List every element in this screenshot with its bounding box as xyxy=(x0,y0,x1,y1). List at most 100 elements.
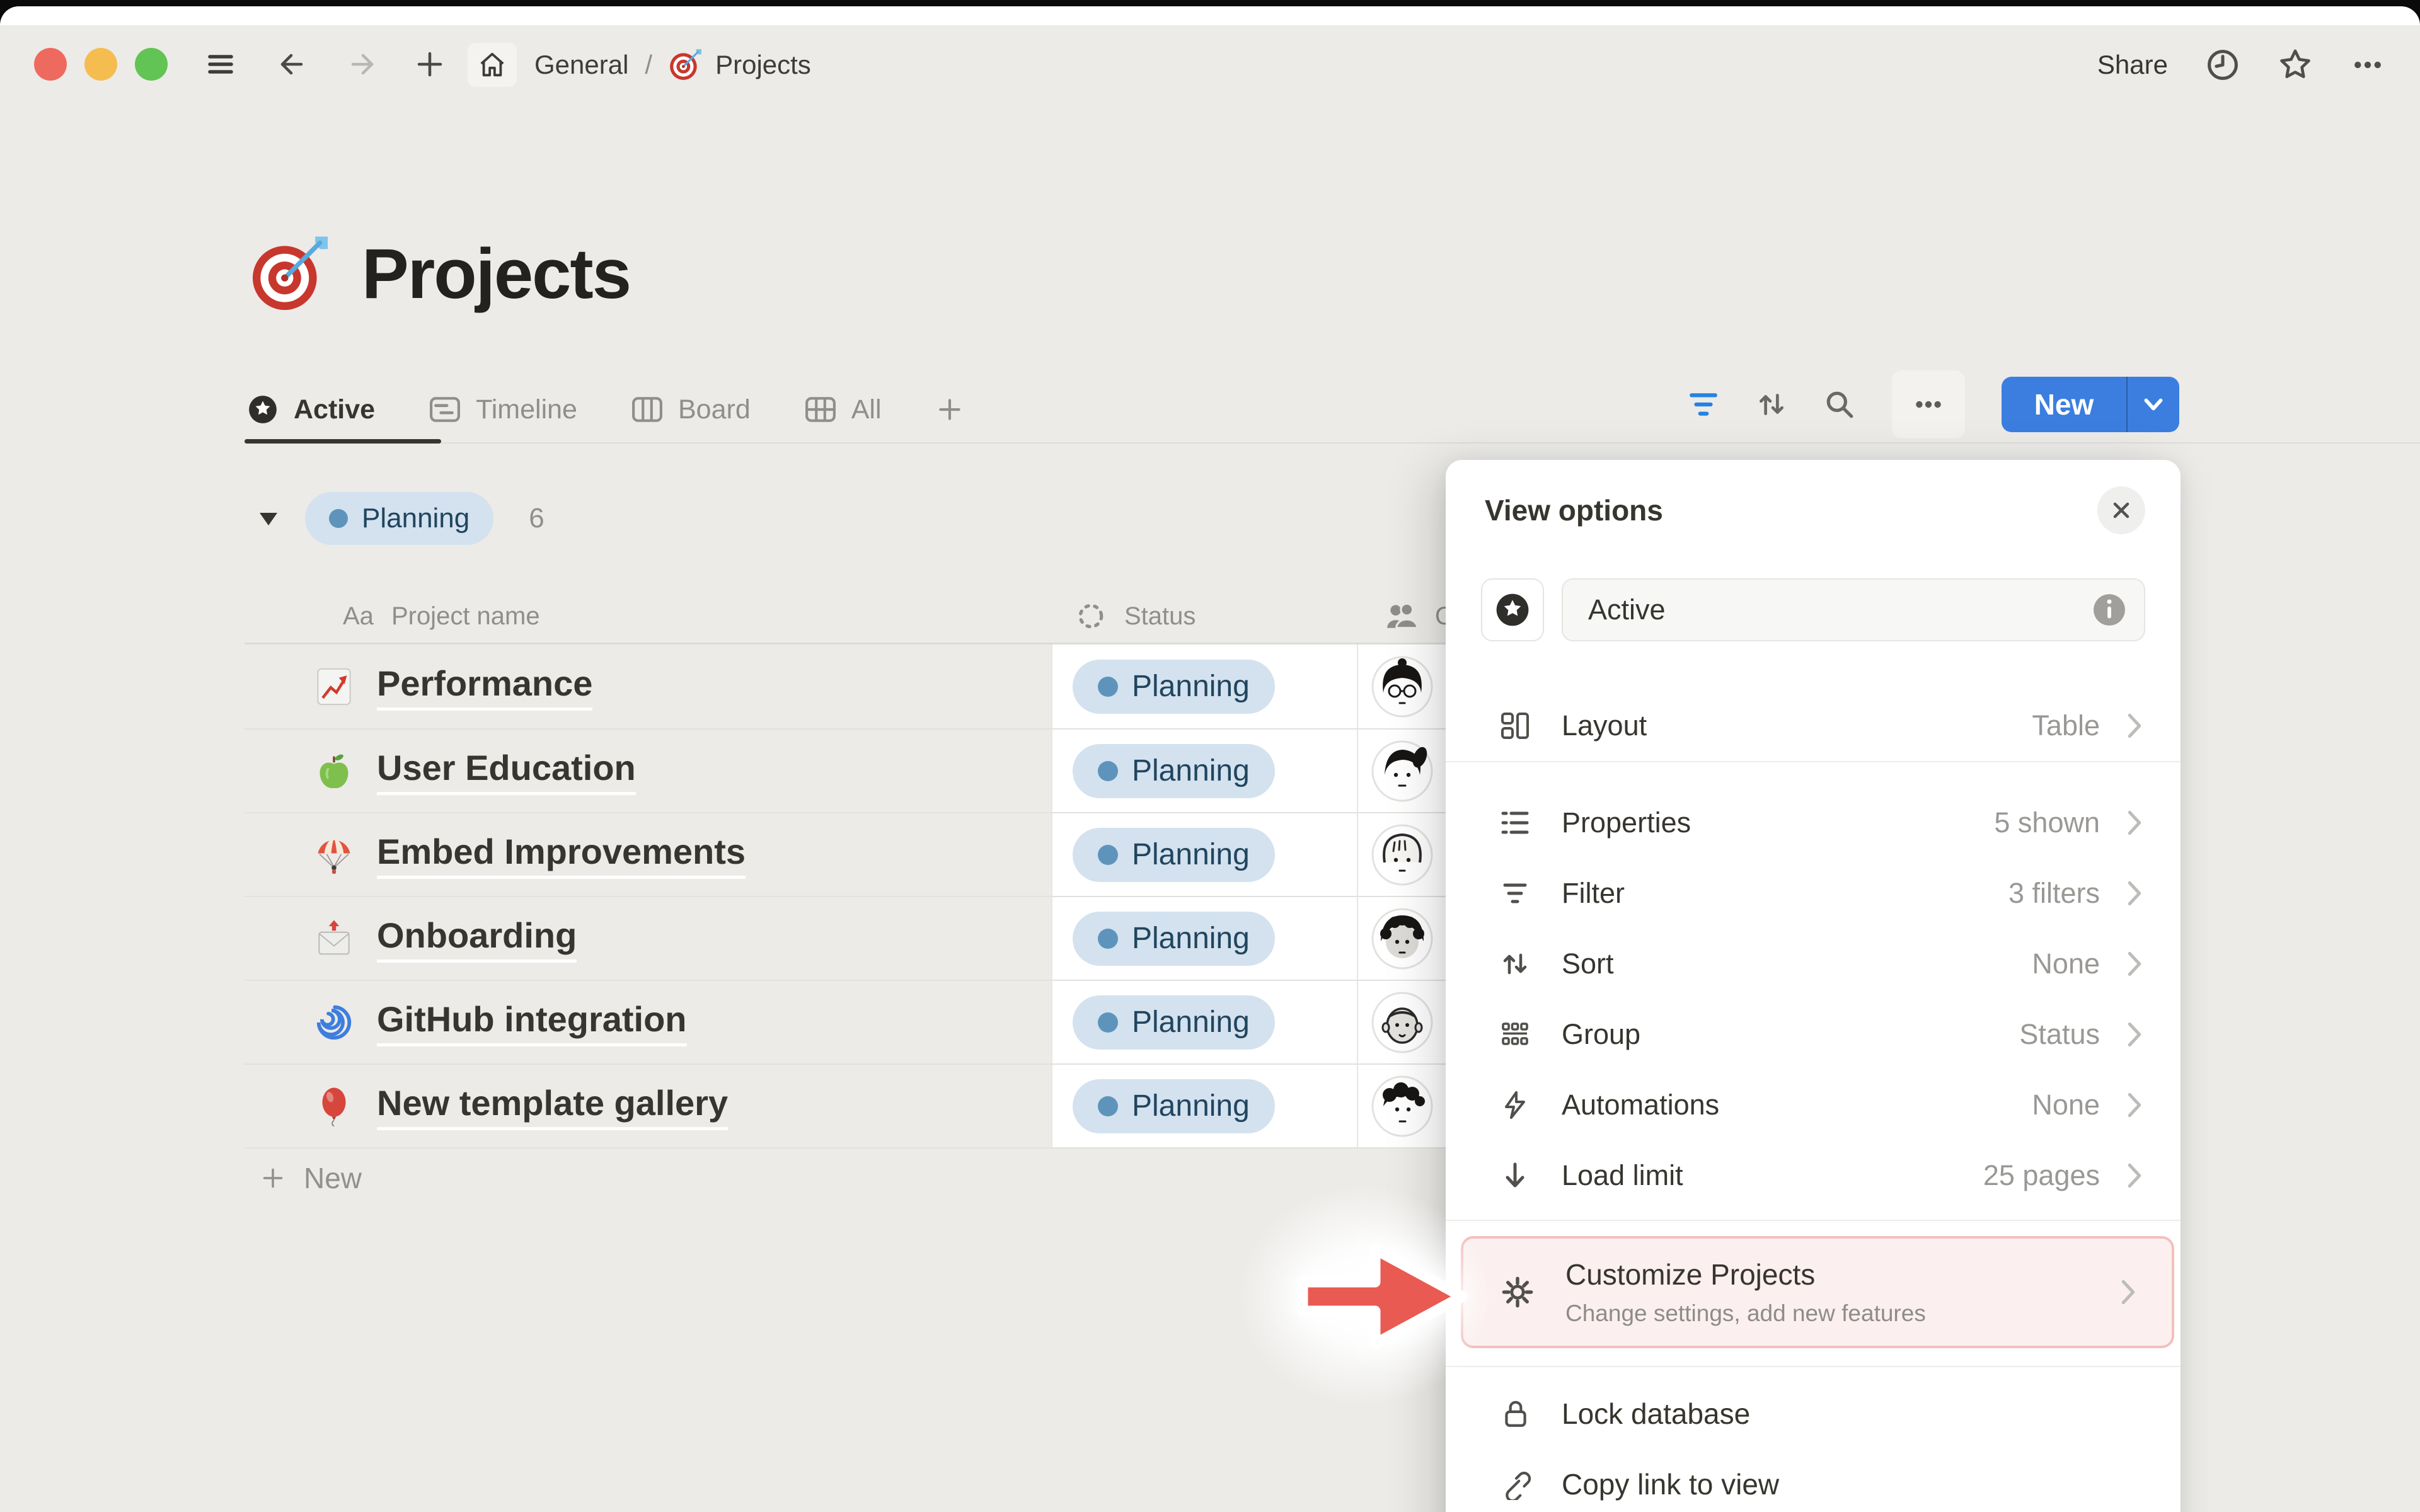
zoom-window-button[interactable] xyxy=(135,48,168,81)
table-row[interactable]: Embed Improvements Planning xyxy=(245,812,1550,896)
tabs-divider xyxy=(245,442,2420,444)
column-header-project-name[interactable]: Aa Project name xyxy=(245,602,1051,631)
cell-status[interactable]: Planning xyxy=(1051,1065,1357,1147)
customize-subtitle: Change settings, add new features xyxy=(1565,1300,2118,1327)
view-options-panel: View options Active xyxy=(1446,460,2181,1512)
view-settings-button[interactable] xyxy=(1892,370,1965,438)
page-title-text[interactable]: Projects xyxy=(362,233,630,314)
collapse-triangle-icon[interactable] xyxy=(258,510,279,527)
favorite-star-icon[interactable] xyxy=(2278,47,2313,83)
target-icon[interactable] xyxy=(250,235,328,313)
cell-status[interactable]: Planning xyxy=(1051,897,1357,980)
panel-row-label: Group xyxy=(1562,1018,1640,1051)
cell-project-name[interactable]: User Education xyxy=(245,730,1051,812)
status-label: Planning xyxy=(1132,753,1250,788)
copy-link-to-view-button[interactable]: Copy link to view xyxy=(1446,1449,2181,1512)
status-label: Planning xyxy=(1132,1089,1250,1123)
new-button[interactable]: New xyxy=(2002,377,2179,432)
status-dot xyxy=(1098,761,1118,781)
filter-icon[interactable] xyxy=(1688,389,1719,420)
share-button[interactable]: Share xyxy=(2097,50,2168,80)
tab-all[interactable]: All xyxy=(805,394,882,425)
view-name-row: Active xyxy=(1481,578,2145,641)
project-name: Performance xyxy=(377,663,592,711)
table-row[interactable]: GitHub integration Planning xyxy=(245,980,1550,1063)
avatar xyxy=(1371,740,1434,803)
cell-status[interactable]: Planning xyxy=(1051,730,1357,812)
column-header-status[interactable]: Status xyxy=(1051,602,1357,631)
new-page-icon[interactable] xyxy=(415,49,445,79)
view-name-value: Active xyxy=(1588,593,2092,626)
lock-database-button[interactable]: Lock database xyxy=(1446,1378,2181,1449)
panel-row-load-limit[interactable]: Load limit 25 pages xyxy=(1446,1140,2181,1211)
tab-board[interactable]: Board xyxy=(631,394,751,425)
table-row[interactable]: Onboarding Planning xyxy=(245,896,1550,980)
starred-view-icon xyxy=(247,394,279,425)
sidebar-menu-icon[interactable] xyxy=(205,49,236,79)
tab-active[interactable]: Active xyxy=(247,394,375,425)
cell-status[interactable]: Planning xyxy=(1051,813,1357,896)
cell-project-name[interactable]: Performance xyxy=(245,644,1051,728)
new-button-dropdown[interactable] xyxy=(2128,377,2179,432)
add-view-button[interactable] xyxy=(936,396,964,423)
chevron-right-icon xyxy=(2124,713,2145,739)
cell-project-name[interactable]: New template gallery xyxy=(245,1065,1051,1147)
panel-row-label: Filter xyxy=(1562,877,1625,910)
action-label: Lock database xyxy=(1562,1397,1750,1431)
more-options-icon[interactable] xyxy=(2351,48,2385,82)
column-header-label: Project name xyxy=(391,602,540,631)
panel-row-value: None xyxy=(2032,948,2100,980)
panel-divider xyxy=(1446,1220,2181,1221)
panel-row-automations[interactable]: Automations None xyxy=(1446,1070,2181,1140)
panel-row-properties[interactable]: Properties 5 shown xyxy=(1446,788,2181,858)
info-icon[interactable] xyxy=(2092,593,2126,627)
cell-project-name[interactable]: Embed Improvements xyxy=(245,813,1051,896)
topbar: General / Projects Share xyxy=(0,25,2420,105)
group-status-badge[interactable]: Planning xyxy=(305,492,493,545)
status-label: Planning xyxy=(1132,921,1250,956)
back-icon[interactable] xyxy=(276,49,306,79)
breadcrumb-page[interactable]: Projects xyxy=(715,50,811,80)
avatar xyxy=(1371,823,1434,886)
chevron-right-icon xyxy=(2124,1021,2145,1048)
panel-rows: Properties 5 shown Filter 3 filters xyxy=(1446,788,2181,1211)
chevron-right-icon xyxy=(2124,1162,2145,1189)
table-row[interactable]: User Education Planning xyxy=(245,728,1550,812)
cell-project-name[interactable]: Onboarding xyxy=(245,897,1051,980)
cell-status[interactable]: Planning xyxy=(1051,981,1357,1063)
history-clock-icon[interactable] xyxy=(2206,48,2240,82)
view-icon-button[interactable] xyxy=(1481,578,1544,641)
plus-icon xyxy=(936,396,964,423)
sort-icon[interactable] xyxy=(1756,389,1787,420)
lightning-icon xyxy=(1500,1090,1530,1120)
table-row[interactable]: Performance Planning xyxy=(245,644,1550,728)
minimize-window-button[interactable] xyxy=(84,48,117,81)
active-tab-underline xyxy=(245,439,441,444)
panel-row-layout[interactable]: Layout Table xyxy=(1446,690,2181,761)
customize-projects-button[interactable]: Customize Projects Change settings, add … xyxy=(1461,1236,2174,1348)
status-dot xyxy=(1098,1096,1118,1116)
close-panel-button[interactable] xyxy=(2097,486,2145,534)
view-toolbar: New xyxy=(1688,369,2179,440)
close-window-button[interactable] xyxy=(34,48,67,81)
tab-timeline[interactable]: Timeline xyxy=(429,394,577,425)
search-icon[interactable] xyxy=(1824,389,1855,420)
forward-icon[interactable] xyxy=(348,49,378,79)
panel-row-label: Load limit xyxy=(1562,1159,1683,1192)
group-status-label: Planning xyxy=(362,503,470,534)
view-name-input[interactable]: Active xyxy=(1562,578,2145,641)
panel-row-group[interactable]: Group Status xyxy=(1446,999,2181,1070)
home-button[interactable] xyxy=(468,43,517,87)
panel-title: View options xyxy=(1485,493,1663,527)
panel-row-value: Status xyxy=(2019,1018,2100,1051)
panel-row-sort[interactable]: Sort None xyxy=(1446,929,2181,999)
table-row[interactable]: New template gallery Planning xyxy=(245,1063,1550,1147)
new-button-label[interactable]: New xyxy=(2002,377,2126,432)
green-apple-icon xyxy=(314,751,354,791)
panel-row-value: 25 pages xyxy=(1983,1159,2100,1192)
panel-row-filter[interactable]: Filter 3 filters xyxy=(1446,858,2181,929)
status-dot xyxy=(1098,1012,1118,1033)
cell-project-name[interactable]: GitHub integration xyxy=(245,981,1051,1063)
cell-status[interactable]: Planning xyxy=(1051,644,1357,728)
breadcrumb-root[interactable]: General xyxy=(534,50,628,80)
